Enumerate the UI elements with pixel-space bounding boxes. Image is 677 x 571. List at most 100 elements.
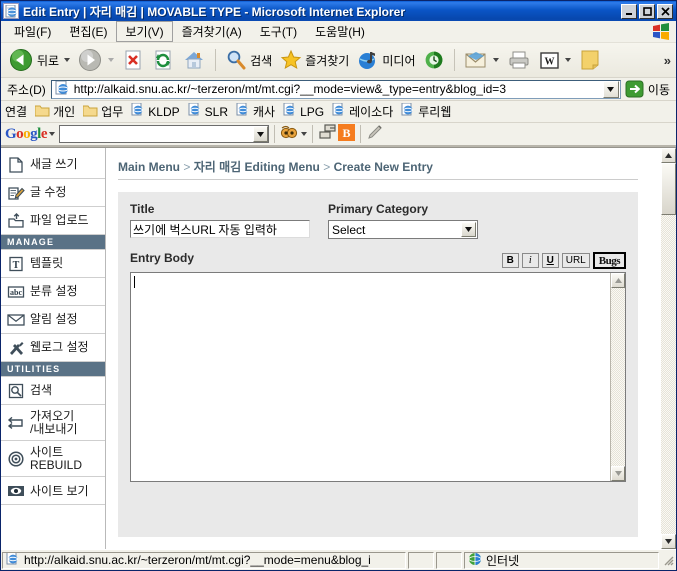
sidebar-item-label: 글 수정 <box>30 185 67 200</box>
bold-button[interactable]: B <box>501 253 519 268</box>
link-leicesoda[interactable]: 레이소다 <box>328 102 397 121</box>
sidebar-item-categories[interactable]: abc 분류 설정 <box>1 278 105 306</box>
popup-blocker-icon[interactable] <box>280 124 299 144</box>
back-dropdown-icon[interactable] <box>64 58 71 62</box>
sidebar-item-file-upload[interactable]: 파일 업로드 <box>1 207 105 235</box>
forward-button <box>74 46 118 75</box>
folder-icon <box>34 104 50 120</box>
scroll-up-button[interactable] <box>611 273 625 288</box>
page-scrollbar[interactable] <box>660 148 676 549</box>
title-input[interactable]: 쓰기에 벅스URL 자동 입력하 <box>130 220 310 238</box>
stop-button[interactable] <box>118 47 148 73</box>
entry-body-label: Entry Body <box>130 251 195 265</box>
sidebar-item-rebuild-site[interactable]: 사이트 REBUILD <box>1 441 105 478</box>
google-menu-icon[interactable] <box>49 132 56 136</box>
back-button[interactable]: 뒤로 <box>5 46 74 75</box>
primary-category-select[interactable]: Select <box>328 220 478 239</box>
maximize-button[interactable] <box>639 3 655 19</box>
sidebar-section-manage: MANAGE <box>1 235 105 250</box>
address-url-text: http://alkaid.snu.ac.kr/~terzeron/mt/mt.… <box>73 82 506 96</box>
refresh-button[interactable] <box>148 47 178 73</box>
print-button[interactable] <box>503 48 535 72</box>
media-button[interactable]: 미디어 <box>353 47 419 73</box>
menu-view[interactable]: 보기(V) <box>116 21 173 42</box>
sidebar-item-label: 사이트 REBUILD <box>30 445 83 472</box>
search-button[interactable]: 검색 <box>221 47 276 73</box>
links-bar: 연결 개인 업무 KLDP SLR 캐사 LPG 레이소다 루리웹 <box>1 101 676 123</box>
highlight-icon[interactable] <box>366 124 385 144</box>
blogger-icon[interactable]: B <box>338 124 356 144</box>
sidebar-item-edit-entry[interactable]: 글 수정 <box>1 179 105 207</box>
italic-button[interactable]: i <box>521 253 539 268</box>
link-kesa[interactable]: 캐사 <box>232 102 279 121</box>
url-button[interactable]: URL <box>561 253 590 268</box>
edit-dropdown-icon[interactable] <box>565 58 572 62</box>
entry-body-textarea[interactable] <box>130 272 626 482</box>
textarea-scrollbar[interactable] <box>610 273 625 481</box>
sidebar-item-search[interactable]: 검색 <box>1 377 105 405</box>
link-work[interactable]: 업무 <box>79 102 127 121</box>
favorites-button[interactable]: 즐겨찾기 <box>276 47 353 73</box>
sidebar-item-new-entry[interactable]: 새글 쓰기 <box>1 151 105 179</box>
link-ruliweb[interactable]: 루리웹 <box>397 102 455 121</box>
title-field-group: Title 쓰기에 벅스URL 자동 입력하 <box>130 202 310 239</box>
menu-favorites[interactable]: 즐겨찾기(A) <box>173 21 251 42</box>
sidebar-item-notifications[interactable]: 알림 설정 <box>1 306 105 334</box>
popup-blocker-dropdown-icon[interactable] <box>301 132 308 136</box>
entry-body-text[interactable] <box>131 273 610 481</box>
resize-grip[interactable] <box>661 553 675 567</box>
breadcrumb-editing-menu[interactable]: 자리 매김 Editing Menu <box>194 160 320 174</box>
link-label: 개인 <box>53 105 76 119</box>
upload-folder-icon <box>7 212 25 229</box>
menu-tools[interactable]: 도구(T) <box>251 21 306 42</box>
link-personal[interactable]: 개인 <box>31 102 79 121</box>
chevron-down-icon[interactable] <box>461 222 476 237</box>
mail-dropdown-icon[interactable] <box>493 58 500 62</box>
mail-button[interactable] <box>460 48 503 72</box>
close-button[interactable] <box>657 3 673 19</box>
bugs-music-button[interactable]: Bugs <box>592 252 626 269</box>
status-cell-2 <box>408 551 434 569</box>
breadcrumb-main-menu[interactable]: Main Menu <box>118 160 180 174</box>
underline-button[interactable]: U <box>541 253 559 268</box>
page-scroll-thumb[interactable] <box>661 163 676 215</box>
link-label: 레이소다 <box>349 105 394 119</box>
sidebar-item-templates[interactable]: T 템플릿 <box>1 250 105 278</box>
page-scroll-up-button[interactable] <box>661 148 676 163</box>
bugs-logo-label: Bugs <box>598 254 621 267</box>
google-search-input[interactable] <box>59 125 270 143</box>
minimize-button[interactable] <box>621 3 637 19</box>
go-button[interactable]: 이동 <box>621 80 674 99</box>
menu-help[interactable]: 도움말(H) <box>306 21 374 42</box>
ie-page-icon <box>236 102 250 120</box>
scrollbar-track[interactable] <box>611 288 625 466</box>
home-button[interactable] <box>178 47 210 73</box>
edit-word-button[interactable]: W <box>535 49 575 72</box>
ie-page-icon <box>55 80 71 97</box>
address-dropdown-icon[interactable] <box>602 80 619 98</box>
google-search-dropdown-icon[interactable] <box>253 126 269 142</box>
link-lpg[interactable]: LPG <box>279 102 328 121</box>
sidebar-item-import-export[interactable]: 가져오기 /내보내기 <box>1 405 105 442</box>
address-input[interactable]: http://alkaid.snu.ac.kr/~terzeron/mt/mt.… <box>50 79 621 99</box>
notes-button[interactable] <box>575 47 605 73</box>
svg-text:abc: abc <box>10 288 22 297</box>
page-scroll-down-button[interactable] <box>661 534 676 549</box>
sidebar-item-label: 알림 설정 <box>30 312 78 327</box>
link-slr[interactable]: SLR <box>184 102 232 121</box>
sidebar-nav: 새글 쓰기 글 수정 파일 업로드 MANAGE T 템플릿 abc 분류 설정… <box>1 148 106 549</box>
navigation-toolbar: 뒤로 검색 즐겨찾기 미디어 W » <box>1 43 676 78</box>
google-logo: Google <box>5 125 48 142</box>
scroll-down-button[interactable] <box>611 466 625 481</box>
status-zone-cell[interactable]: 인터넷 <box>464 551 659 569</box>
history-button[interactable] <box>419 47 449 73</box>
breadcrumb-separator-2: > <box>323 160 331 174</box>
page-rank-icon[interactable] <box>318 124 338 144</box>
sidebar-item-view-site[interactable]: 사이트 보기 <box>1 477 105 506</box>
toolbar-overflow-icon[interactable]: » <box>664 53 671 68</box>
link-kldp[interactable]: KLDP <box>127 102 183 121</box>
menu-edit[interactable]: 편집(E) <box>60 21 116 42</box>
page-scroll-track[interactable] <box>661 215 676 534</box>
sidebar-item-weblog-config[interactable]: 웹로그 설정 <box>1 334 105 362</box>
menu-file[interactable]: 파일(F) <box>5 21 60 42</box>
